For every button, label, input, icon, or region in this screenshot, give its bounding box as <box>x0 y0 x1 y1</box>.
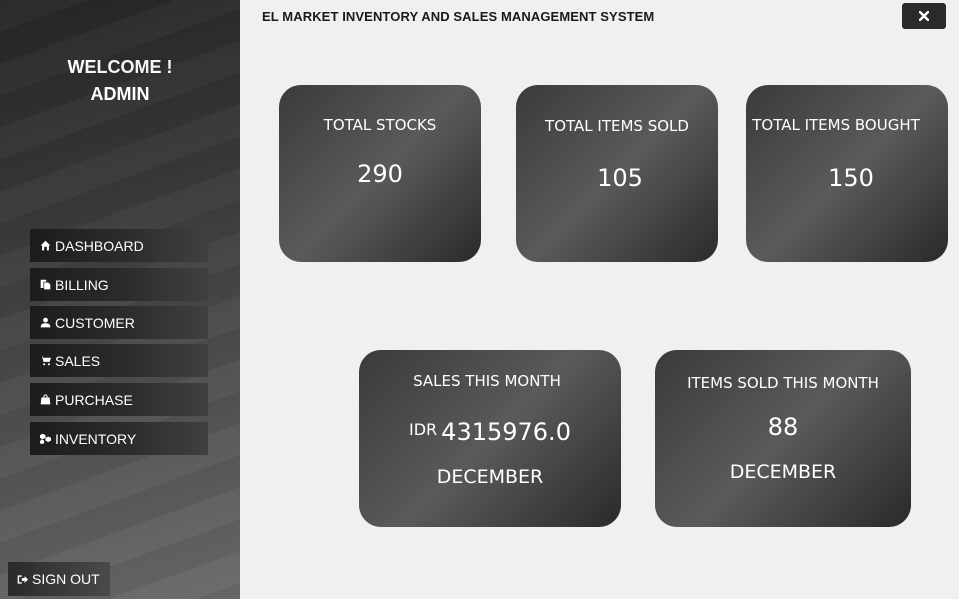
sidebar: WELCOME ! ADMIN DASHBOARD BILLING CUSTOM… <box>0 0 240 599</box>
sidebar-item-dashboard[interactable]: DASHBOARD <box>30 229 208 262</box>
sidebar-item-label: DASHBOARD <box>55 237 144 254</box>
sidebar-item-billing[interactable]: BILLING <box>30 268 208 301</box>
sign-out-label: SIGN OUT <box>32 571 100 587</box>
sidebar-item-label: CUSTOMER <box>55 314 135 331</box>
close-icon <box>919 11 929 21</box>
card-label: TOTAL ITEMS SOLD <box>545 117 689 135</box>
welcome-username: ADMIN <box>90 84 150 104</box>
card-month: DECEMBER <box>436 466 544 488</box>
sidebar-item-label: BILLING <box>55 276 109 293</box>
sidebar-item-label: PURCHASE <box>55 391 133 408</box>
user-icon <box>40 317 51 328</box>
cart-icon <box>40 356 51 366</box>
welcome-message: WELCOME ! ADMIN <box>0 54 240 108</box>
card-value: 105 <box>597 164 643 192</box>
card-label: ITEMS SOLD THIS MONTH <box>687 374 879 392</box>
total-items-sold-card: TOTAL ITEMS SOLD 105 <box>516 85 718 262</box>
card-value: 88 <box>767 413 799 441</box>
sales-amount: 4315976.0 <box>441 418 571 446</box>
sidebar-item-label: INVENTORY <box>55 430 137 447</box>
items-sold-this-month-card: ITEMS SOLD THIS MONTH 88 DECEMBER <box>655 350 911 527</box>
card-label: TOTAL STOCKS <box>323 116 437 134</box>
card-value: 290 <box>357 160 403 188</box>
home-icon <box>40 240 51 251</box>
cubes-icon <box>40 433 51 444</box>
sign-out-button[interactable]: SIGN OUT <box>8 562 110 596</box>
card-month: DECEMBER <box>729 461 837 483</box>
page-title: EL MARKET INVENTORY AND SALES MANAGEMENT… <box>262 9 655 24</box>
card-value: IDR 4315976.0 <box>359 418 621 446</box>
sales-this-month-card: SALES THIS MONTH IDR 4315976.0 DECEMBER <box>359 350 621 527</box>
welcome-greeting: WELCOME ! <box>67 57 173 77</box>
card-label: SALES THIS MONTH <box>413 372 561 390</box>
close-button[interactable] <box>902 3 946 29</box>
total-items-bought-card: TOTAL ITEMS BOUGHT 150 <box>746 85 948 262</box>
sign-out-icon <box>17 574 28 584</box>
copy-icon <box>40 279 51 290</box>
sidebar-item-customer[interactable]: CUSTOMER <box>30 306 208 339</box>
total-stocks-card: TOTAL STOCKS 290 <box>279 85 481 262</box>
card-label: TOTAL ITEMS BOUGHT <box>752 116 920 134</box>
bag-icon <box>40 394 51 405</box>
sidebar-item-sales[interactable]: SALES <box>30 344 208 377</box>
currency-label: IDR <box>409 420 438 439</box>
sidebar-item-label: SALES <box>55 352 101 369</box>
card-value: 150 <box>828 164 874 192</box>
sidebar-item-inventory[interactable]: INVENTORY <box>30 422 208 455</box>
sidebar-item-purchase[interactable]: PURCHASE <box>30 383 208 416</box>
